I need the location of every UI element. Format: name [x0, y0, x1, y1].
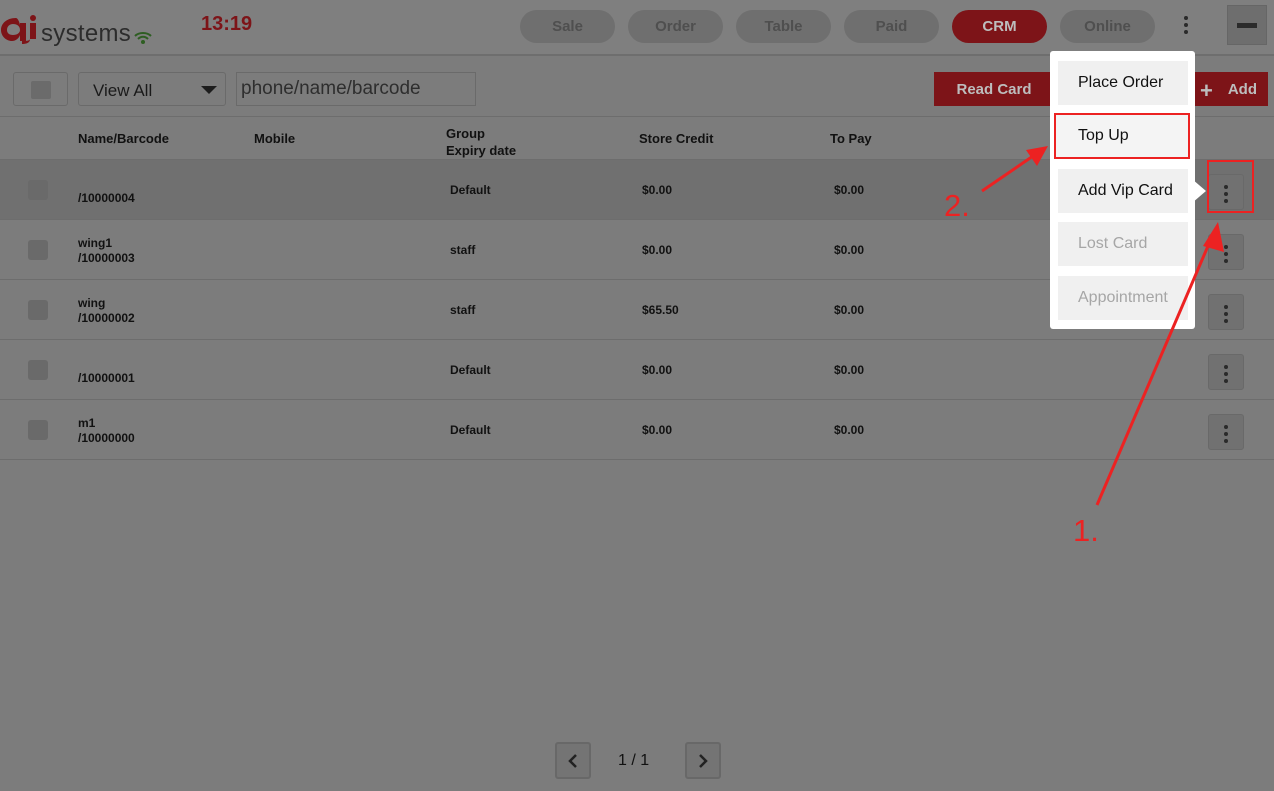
row-checkbox[interactable] [28, 420, 48, 440]
row-to-pay: $0.00 [834, 303, 865, 317]
row-store-credit: $0.00 [642, 423, 673, 437]
minimize-button[interactable] [1227, 5, 1267, 45]
clock: 13:19 [201, 13, 253, 35]
header-expiry-date: Expiry date [446, 143, 517, 158]
nav-order-button[interactable]: Order [628, 10, 723, 43]
add-button-label: Add [1227, 80, 1257, 98]
minimize-icon [1237, 23, 1257, 28]
select-all-checkbox[interactable] [13, 72, 68, 106]
row-store-credit: $65.50 [642, 303, 679, 317]
page-indicator: 1 / 1 [618, 752, 650, 769]
read-card-button[interactable]: Read Card [934, 72, 1054, 106]
row-barcode: /10000000 [78, 431, 135, 445]
row-name: wing [78, 296, 106, 310]
caret-down-icon [201, 86, 217, 94]
next-page-button[interactable] [685, 742, 721, 779]
row-more-icon[interactable] [1208, 414, 1244, 450]
row-group: Default [450, 363, 491, 377]
add-button[interactable]: + Add [1190, 72, 1268, 106]
row-more-icon[interactable] [1208, 354, 1244, 390]
row-name: m1 [78, 416, 96, 430]
row-to-pay: $0.00 [834, 423, 865, 437]
chevron-left-icon [568, 754, 577, 768]
row-group: Default [450, 423, 491, 437]
menu-item-place-order[interactable]: Place Order [1058, 61, 1188, 105]
filter-select-value: View All [93, 81, 153, 100]
nav-crm-button[interactable]: CRM [952, 10, 1047, 43]
menu-item-lost-card: Lost Card [1058, 222, 1188, 266]
table-row[interactable]: /10000001 Default $0.00 $0.00 [0, 340, 1274, 400]
menu-item-top-up[interactable]: Top Up [1054, 113, 1190, 159]
header-name-barcode: Name/Barcode [78, 131, 170, 146]
row-barcode: /10000003 [78, 251, 135, 265]
chevron-right-icon [699, 754, 708, 768]
row-to-pay: $0.00 [834, 363, 865, 377]
row-checkbox[interactable] [28, 360, 48, 380]
row-group: staff [450, 303, 476, 317]
nav-sale-button[interactable]: Sale [520, 10, 615, 43]
checkbox-icon [31, 81, 51, 99]
row-group: Default [450, 183, 491, 197]
plus-icon: + [1200, 78, 1213, 103]
row-barcode: /10000002 [78, 311, 135, 325]
table-row[interactable]: m1 /10000000 Default $0.00 $0.00 [0, 400, 1274, 460]
logo: systems [0, 8, 160, 47]
search-input[interactable] [236, 72, 476, 106]
annotation-highlight-box [1207, 160, 1254, 213]
wifi-icon [134, 32, 152, 44]
header-to-pay: To Pay [830, 131, 872, 146]
row-name: wing1 [78, 236, 113, 250]
row-checkbox[interactable] [28, 240, 48, 260]
nav-online-button[interactable]: Online [1060, 10, 1155, 43]
row-to-pay: $0.00 [834, 243, 865, 257]
prev-page-button[interactable] [555, 742, 591, 779]
header-mobile: Mobile [254, 131, 296, 146]
menu-item-add-vip-card[interactable]: Add Vip Card [1058, 169, 1188, 213]
row-more-icon[interactable] [1208, 234, 1244, 270]
top-bar: systems 13:19 Sale Order Table Paid CRM … [0, 0, 1274, 56]
row-action-menu: Place Order Top Up Add Vip Card Lost Car… [1050, 51, 1195, 329]
row-barcode: /10000001 [78, 371, 135, 385]
more-menu-icon[interactable] [1176, 14, 1196, 38]
row-to-pay: $0.00 [834, 183, 865, 197]
row-group: staff [450, 243, 476, 257]
nav-paid-button[interactable]: Paid [844, 10, 939, 43]
annotation-step-1: 1. [1073, 513, 1099, 548]
row-more-icon[interactable] [1208, 294, 1244, 330]
filter-select[interactable]: View All [78, 72, 226, 106]
row-checkbox[interactable] [28, 180, 48, 200]
row-store-credit: $0.00 [642, 183, 673, 197]
logo-mark-icon [1, 15, 36, 44]
row-barcode: /10000004 [78, 191, 135, 205]
row-checkbox[interactable] [28, 300, 48, 320]
row-store-credit: $0.00 [642, 363, 673, 377]
row-store-credit: $0.00 [642, 243, 673, 257]
header-group: Group [446, 126, 485, 141]
annotation-step-2: 2. [944, 188, 970, 223]
popup-pointer [1192, 179, 1206, 203]
header-store-credit: Store Credit [639, 131, 714, 146]
menu-item-appointment: Appointment [1058, 276, 1188, 320]
logo-text: systems [41, 20, 132, 47]
nav-table-button[interactable]: Table [736, 10, 831, 43]
